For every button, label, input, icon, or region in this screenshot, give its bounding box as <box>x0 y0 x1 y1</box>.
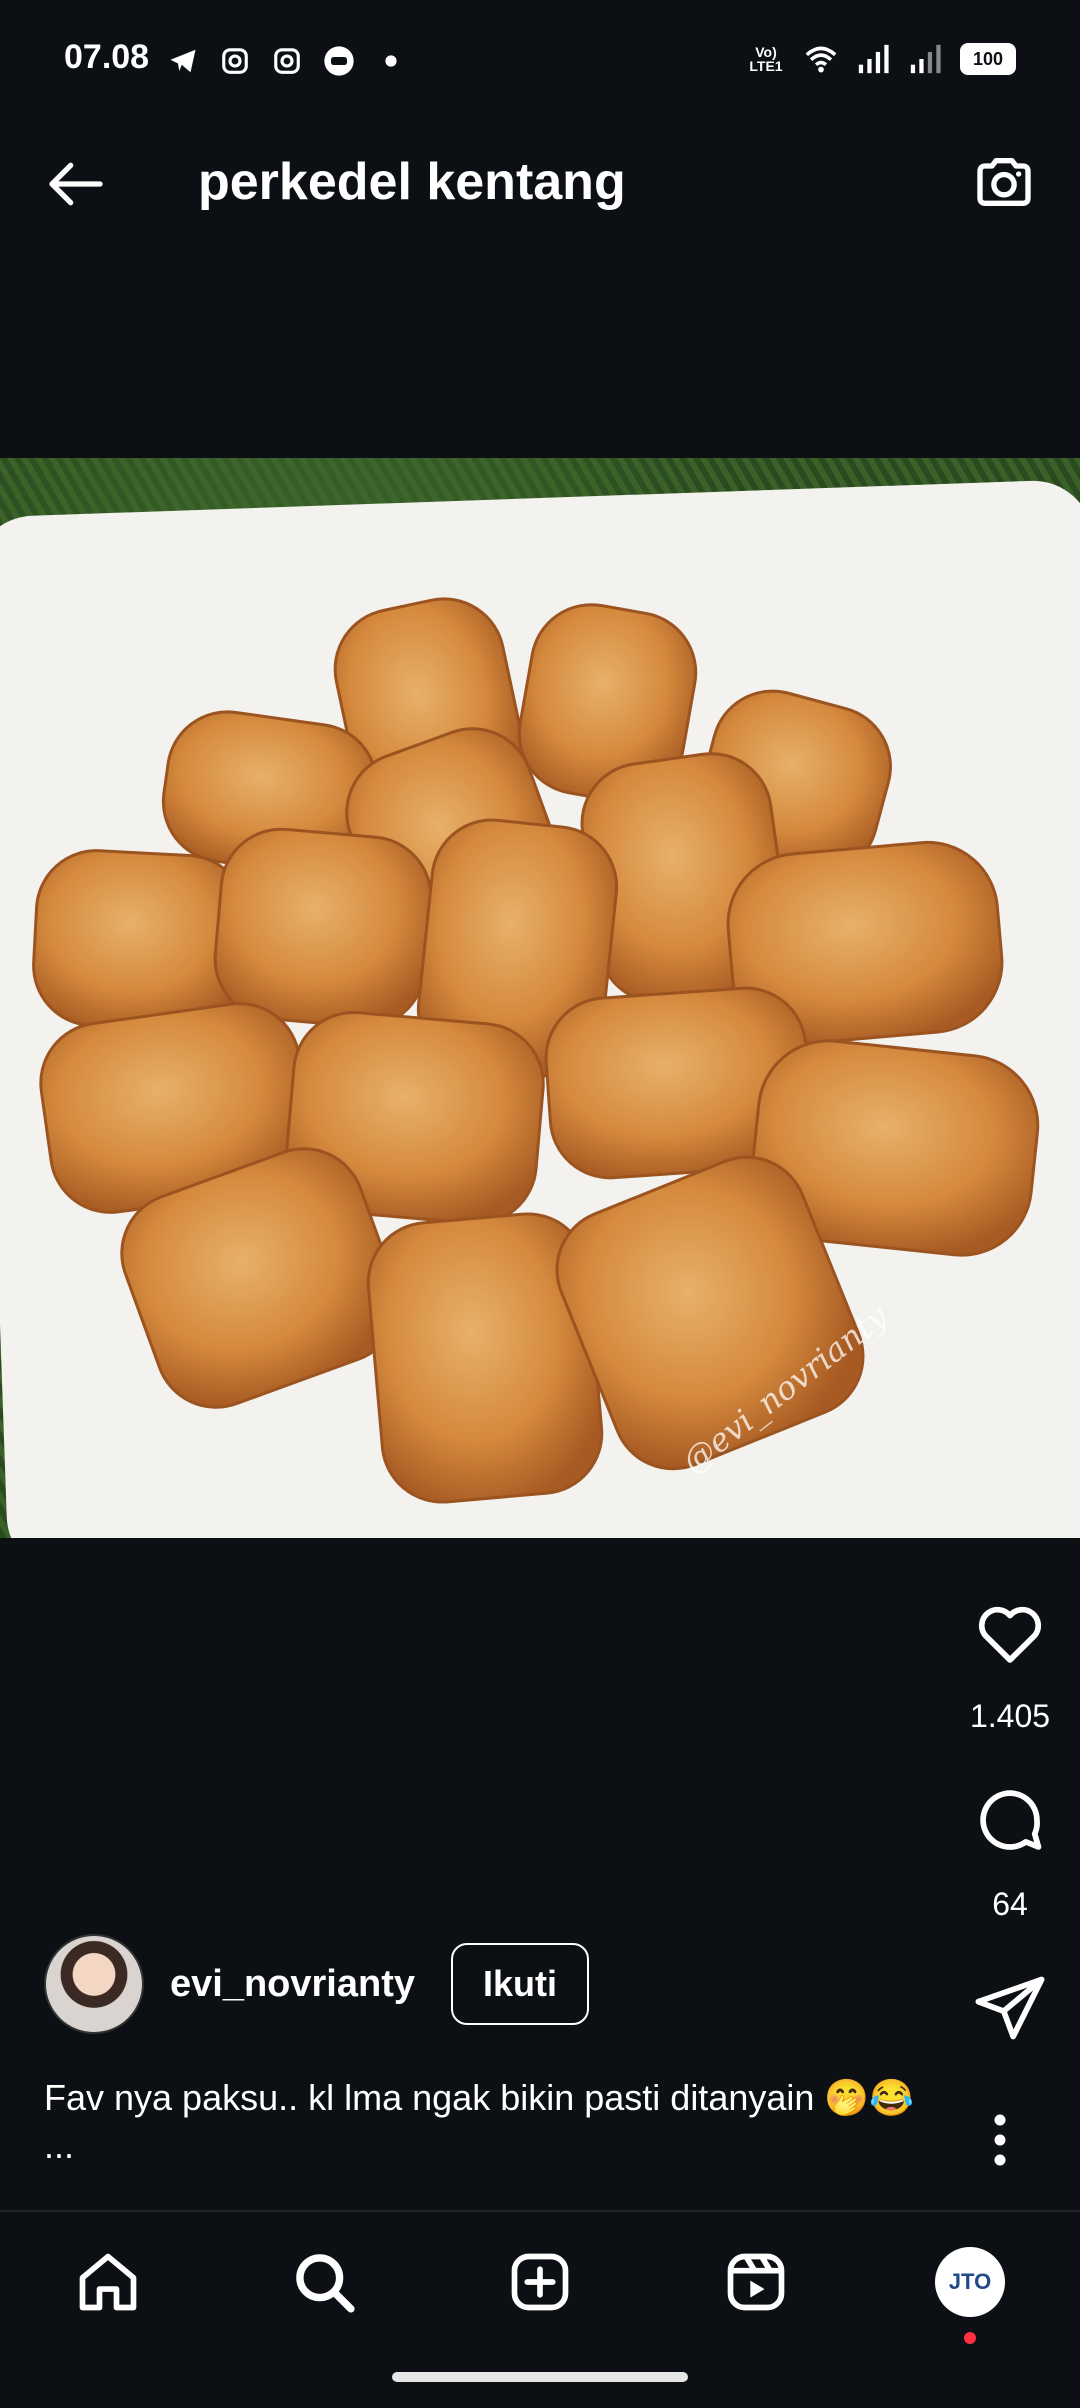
page-title: perkedel kentang <box>198 153 626 211</box>
follow-button[interactable]: Ikuti <box>451 1943 590 2025</box>
nav-profile[interactable]: JTO <box>930 2242 1010 2344</box>
more-options-button[interactable] <box>960 2100 1040 2180</box>
arrow-left-icon <box>49 162 103 206</box>
more-vertical-icon <box>994 2114 1006 2166</box>
avatar[interactable] <box>44 1934 144 2034</box>
like-count[interactable]: 1.405 <box>940 1698 1080 1735</box>
back-button[interactable] <box>36 144 116 224</box>
profile-logo: JTO <box>948 2269 992 2294</box>
profile-avatar: JTO <box>935 2247 1005 2317</box>
status-bar: 07.08 Vo) LTE1 100 <box>0 0 1080 96</box>
comment-count[interactable]: 64 <box>940 1886 1080 1923</box>
comment-icon <box>980 1790 1042 1850</box>
post-image[interactable] <box>0 458 1080 1538</box>
notification-dot <box>964 2332 976 2344</box>
camera-button[interactable] <box>964 142 1044 222</box>
food-photo <box>32 597 1040 1504</box>
instagram-icon <box>270 44 304 78</box>
battery-level: 100 <box>972 48 1004 69</box>
nav-create[interactable] <box>500 2242 580 2322</box>
like-button[interactable] <box>960 1583 1060 1683</box>
status-time: 07.08 <box>64 38 150 76</box>
heart-icon <box>978 1606 1042 1663</box>
dot-icon <box>374 44 408 78</box>
telegram-icon <box>166 44 200 78</box>
status-notification-icons <box>166 44 408 78</box>
add-post-icon <box>511 2253 569 2311</box>
share-button[interactable] <box>960 1958 1060 2058</box>
nav-reels[interactable] <box>716 2242 796 2322</box>
camera-icon <box>977 158 1031 206</box>
status-system-icons: Vo) LTE1 100 <box>746 42 1016 76</box>
bottom-nav: JTO <box>0 2210 1080 2344</box>
top-bar: perkedel kentang <box>0 110 1080 240</box>
comment-button[interactable] <box>960 1770 1060 1870</box>
instagram-icon <box>218 44 252 78</box>
home-icon <box>79 2253 137 2311</box>
signal-icon <box>908 42 942 76</box>
volte-icon: Vo) LTE1 <box>749 44 783 74</box>
battery-icon: 100 <box>960 43 1016 75</box>
search-icon <box>296 2254 355 2313</box>
reels-icon <box>727 2253 785 2311</box>
username[interactable]: evi_novrianty <box>170 1963 415 2006</box>
chat-icon <box>322 44 356 78</box>
signal-icon <box>856 42 890 76</box>
post-author: evi_novrianty Ikuti <box>44 1934 590 2034</box>
wifi-icon <box>804 42 838 76</box>
nav-search[interactable] <box>284 2242 364 2322</box>
nav-home[interactable] <box>68 2242 148 2322</box>
send-icon <box>975 1976 1045 2040</box>
post-caption[interactable]: Fav nya paksu.. kl lma ngak bikin pasti … <box>44 2074 944 2170</box>
home-indicator[interactable] <box>392 2372 688 2382</box>
